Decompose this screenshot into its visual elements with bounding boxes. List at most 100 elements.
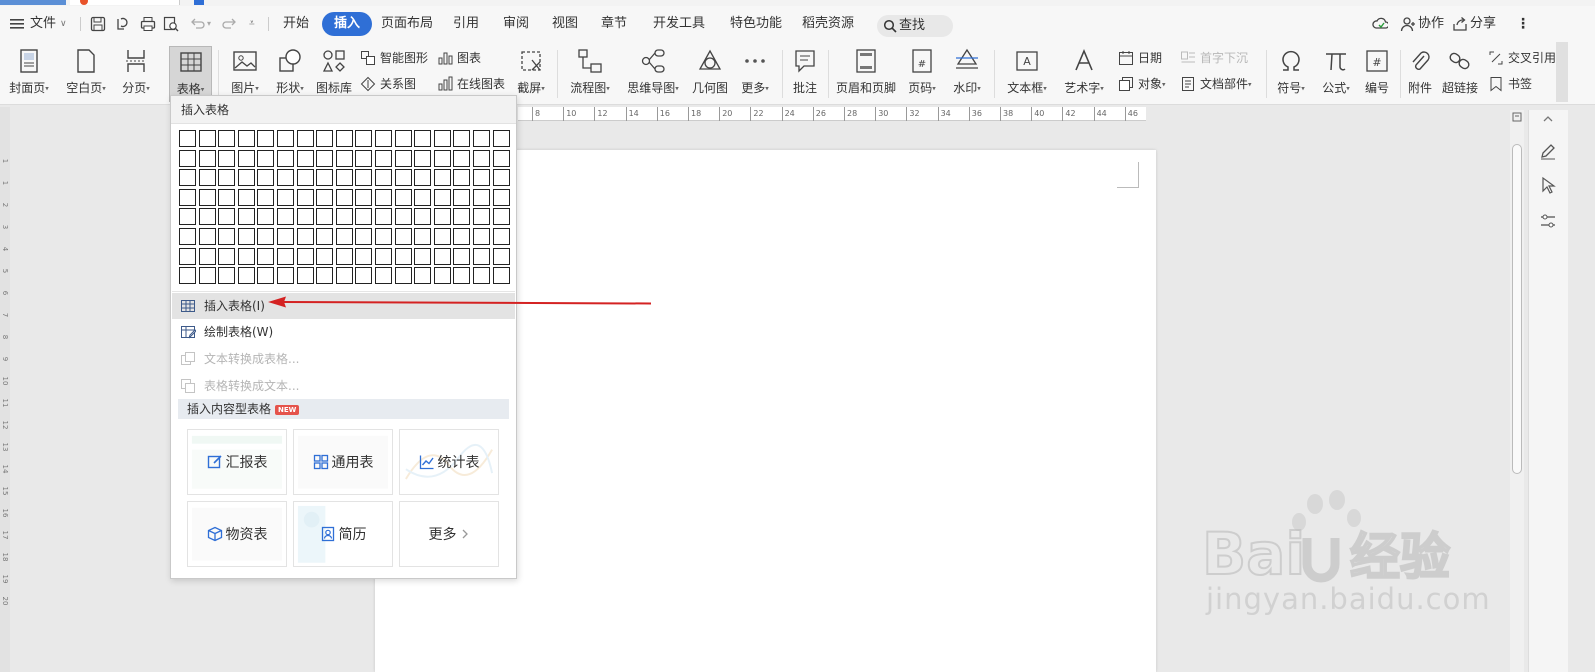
table-grid-cell[interactable] — [433, 267, 451, 285]
table-grid-cell[interactable] — [335, 169, 353, 187]
general-table-template[interactable]: 通用表 — [293, 429, 393, 495]
table-grid-cell[interactable] — [375, 149, 392, 167]
report-table-template[interactable]: 汇报表 — [187, 429, 287, 495]
table-to-text-menu-item[interactable]: 表格转换成文本... — [172, 373, 515, 399]
table-grid-cell[interactable] — [237, 169, 255, 187]
more-options-icon[interactable]: ⋮ — [1516, 12, 1530, 36]
tab-sections[interactable]: 章节 — [601, 12, 627, 36]
table-grid-cell[interactable] — [179, 169, 196, 187]
table-grid-cell[interactable] — [492, 247, 510, 265]
print-icon[interactable] — [140, 16, 156, 32]
table-grid-cell[interactable] — [473, 267, 490, 285]
table-grid-cell[interactable] — [394, 188, 412, 206]
undo-icon[interactable] — [189, 16, 205, 32]
table-grid-cell[interactable] — [473, 228, 490, 245]
hyperlink-button[interactable]: 超链接 — [1440, 46, 1480, 102]
pen-edit-icon[interactable] — [1539, 142, 1557, 160]
table-grid-cell[interactable] — [414, 228, 432, 245]
bookmark-button[interactable]: 书签 — [1488, 74, 1532, 94]
table-grid-cell[interactable] — [414, 267, 432, 285]
table-grid-cell[interactable] — [335, 208, 353, 226]
geometry-button[interactable]: 几何图 — [690, 46, 730, 102]
table-grid-cell[interactable] — [433, 130, 451, 147]
table-grid-cell[interactable] — [335, 149, 353, 167]
page-number-button[interactable]: # 页码▾ — [902, 46, 942, 102]
formula-button[interactable]: 公式▾ — [1316, 46, 1356, 102]
table-grid-cell[interactable] — [355, 247, 373, 265]
wordart-button[interactable]: 艺术字▾ — [1058, 46, 1110, 102]
table-grid-cell[interactable] — [394, 208, 412, 226]
text-to-table-menu-item[interactable]: 文本转换成表格... — [172, 346, 515, 372]
table-grid-cell[interactable] — [335, 267, 353, 285]
table-grid-cell[interactable] — [296, 188, 314, 206]
table-grid-cell[interactable] — [218, 130, 236, 147]
cloud-sync-icon[interactable] — [1372, 16, 1388, 32]
table-grid-cell[interactable] — [277, 130, 294, 147]
table-grid-cell[interactable] — [473, 247, 490, 265]
document-tab[interactable] — [70, 0, 180, 5]
table-grid-cell[interactable] — [355, 188, 373, 206]
table-grid-cell[interactable] — [433, 149, 451, 167]
table-grid-cell[interactable] — [237, 267, 255, 285]
table-grid-cell[interactable] — [355, 169, 373, 187]
table-grid-cell[interactable] — [198, 208, 216, 226]
relation-diagram-button[interactable]: 关系图 — [360, 74, 416, 94]
chevron-down-icon[interactable]: ∨ — [60, 12, 67, 36]
table-grid-cell[interactable] — [257, 169, 275, 187]
table-grid-cell[interactable] — [453, 149, 471, 167]
table-grid-cell[interactable] — [414, 247, 432, 265]
collaborate-button[interactable]: 协作 — [1418, 12, 1444, 36]
table-grid-cell[interactable] — [355, 267, 373, 285]
undo-dropdown-icon[interactable]: ▾ — [207, 12, 211, 36]
table-grid-cell[interactable] — [335, 247, 353, 265]
table-grid-cell[interactable] — [296, 149, 314, 167]
table-grid-cell[interactable] — [453, 267, 471, 285]
table-grid-cell[interactable] — [453, 228, 471, 245]
table-grid-cell[interactable] — [316, 267, 334, 285]
online-chart-button[interactable]: 在线图表 — [437, 74, 505, 94]
vertical-scrollbar[interactable] — [1510, 110, 1524, 672]
table-grid-cell[interactable] — [375, 188, 392, 206]
table-grid-cell[interactable] — [453, 208, 471, 226]
table-grid-cell[interactable] — [433, 247, 451, 265]
table-grid-cell[interactable] — [414, 130, 432, 147]
table-grid-cell[interactable] — [492, 188, 510, 206]
table-grid-cell[interactable] — [257, 188, 275, 206]
tab-review[interactable]: 审阅 — [503, 12, 529, 36]
comment-button[interactable]: 批注 — [788, 46, 822, 102]
table-grid-cell[interactable] — [355, 130, 373, 147]
table-grid-cell[interactable] — [473, 188, 490, 206]
hamburger-menu-icon[interactable] — [10, 18, 26, 34]
table-grid-cell[interactable] — [453, 188, 471, 206]
table-grid-cell[interactable] — [316, 228, 334, 245]
table-grid-cell[interactable] — [198, 149, 216, 167]
flowchart-button[interactable]: 流程图▾ — [565, 46, 615, 102]
tab-special-features[interactable]: 特色功能 — [730, 12, 782, 36]
table-grid-cell[interactable] — [316, 130, 334, 147]
table-grid-cell[interactable] — [277, 208, 294, 226]
settings-sliders-icon[interactable] — [1539, 212, 1557, 230]
table-grid-cell[interactable] — [198, 228, 216, 245]
smart-graphic-button[interactable]: 智能图形 — [360, 48, 428, 68]
tab-page-layout[interactable]: 页面布局 — [381, 12, 433, 36]
tab-insert[interactable]: 插入 — [322, 12, 373, 36]
table-grid-cell[interactable] — [394, 169, 412, 187]
picture-button[interactable]: 图片▾ — [226, 46, 264, 102]
table-grid-cell[interactable] — [473, 208, 490, 226]
table-grid-cell[interactable] — [296, 267, 314, 285]
cross-reference-button[interactable]: 交叉引用 — [1488, 48, 1556, 68]
table-grid-cell[interactable] — [257, 247, 275, 265]
table-grid-cell[interactable] — [414, 208, 432, 226]
table-grid-cell[interactable] — [375, 267, 392, 285]
header-footer-button[interactable]: 页眉和页脚 — [834, 46, 898, 102]
table-grid-cell[interactable] — [433, 188, 451, 206]
table-grid-cell[interactable] — [355, 228, 373, 245]
table-grid-cell[interactable] — [394, 130, 412, 147]
table-grid-cell[interactable] — [198, 267, 216, 285]
table-grid-cell[interactable] — [433, 169, 451, 187]
draw-table-menu-item[interactable]: 绘制表格(W) — [172, 319, 515, 345]
table-grid-cell[interactable] — [414, 188, 432, 206]
scroll-thumb[interactable] — [1512, 144, 1522, 474]
table-grid-cell[interactable] — [316, 247, 334, 265]
table-grid-cell[interactable] — [473, 169, 490, 187]
